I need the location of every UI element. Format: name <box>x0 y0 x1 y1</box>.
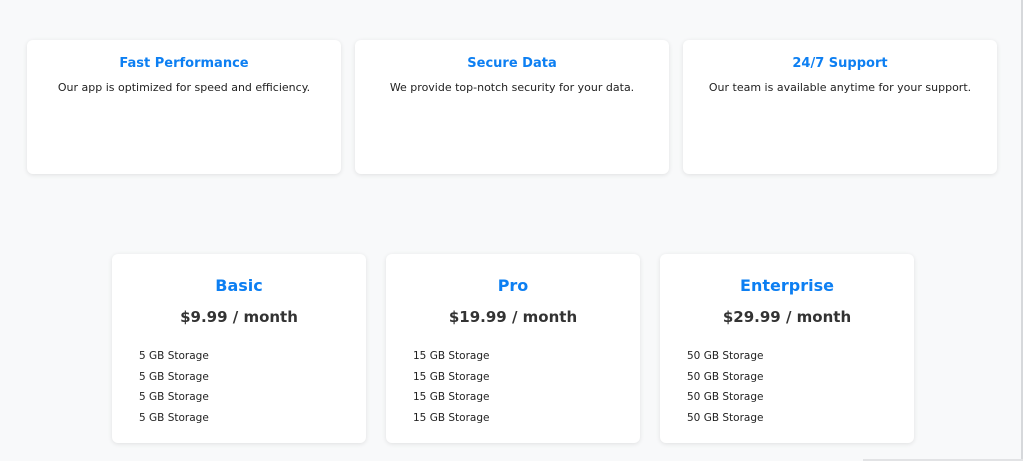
plan-card-pro[interactable]: Pro $19.99 / month 15 GB Storage 15 GB S… <box>386 254 640 443</box>
plan-feature-item: 50 GB Storage <box>687 350 764 362</box>
plan-feature-item: 15 GB Storage <box>413 370 490 383</box>
plan-feature-item: 5 GB Storage <box>139 370 209 383</box>
plan-price: $19.99 / month <box>448 308 578 326</box>
plan-feature-item: 50 GB Storage <box>687 391 764 403</box>
plan-card-enterprise[interactable]: Enterprise $29.99 / month 50 GB Storage … <box>660 254 914 443</box>
plan-feature-item: 50 GB Storage <box>687 370 764 383</box>
plan-feature-item: 5 GB Storage <box>139 411 209 424</box>
plan-card-basic[interactable]: Basic $9.99 / month 5 GB Storage 5 GB St… <box>112 254 366 443</box>
feature-card-support: 24/7 Support Our team is available anyti… <box>683 40 997 174</box>
plan-price: $9.99 / month <box>180 308 298 326</box>
plan-price: $29.99 / month <box>722 308 852 326</box>
pricing-section: Basic $9.99 / month 5 GB Storage 5 GB St… <box>112 254 914 443</box>
plan-feature-list: 5 GB Storage 5 GB Storage 5 GB Storage 5… <box>112 346 366 428</box>
feature-description: We provide top-notch security for your d… <box>389 81 635 94</box>
plan-feature-item: 5 GB Storage <box>139 350 209 362</box>
plan-feature-item: 5 GB Storage <box>139 391 209 403</box>
feature-description: Our app is optimized for speed and effic… <box>57 81 311 94</box>
plan-name: Enterprise <box>740 276 834 295</box>
feature-title: Fast Performance <box>119 56 249 71</box>
feature-card-secure-data: Secure Data We provide top-notch securit… <box>355 40 669 174</box>
plan-feature-list: 15 GB Storage 15 GB Storage 15 GB Storag… <box>386 346 640 428</box>
plan-feature-item: 15 GB Storage <box>413 350 490 362</box>
plan-name: Pro <box>497 276 529 295</box>
plan-feature-list: 50 GB Storage 50 GB Storage 50 GB Storag… <box>660 346 914 428</box>
feature-title: 24/7 Support <box>792 56 888 71</box>
plan-feature-item: 50 GB Storage <box>687 411 764 424</box>
feature-description: Our team is available anytime for your s… <box>708 81 972 94</box>
plan-name: Basic <box>215 276 263 295</box>
features-section: Fast Performance Our app is optimized fo… <box>27 40 997 174</box>
page: Fast Performance Our app is optimized fo… <box>0 0 1023 461</box>
plan-feature-item: 15 GB Storage <box>413 411 490 424</box>
feature-card-fast-performance: Fast Performance Our app is optimized fo… <box>27 40 341 174</box>
plan-feature-item: 15 GB Storage <box>413 391 490 403</box>
feature-title: Secure Data <box>467 56 557 71</box>
